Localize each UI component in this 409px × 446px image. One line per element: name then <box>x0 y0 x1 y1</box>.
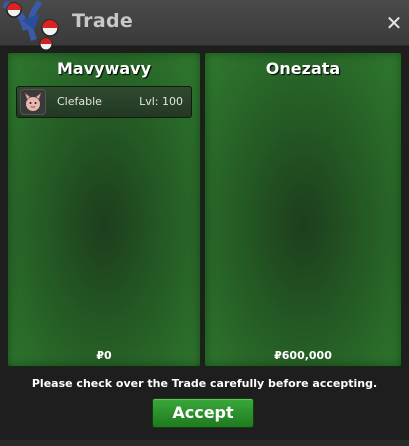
window-title: Trade <box>72 10 134 32</box>
pokeball-logo-icon <box>2 0 59 50</box>
title-bar: Trade ✕ <box>0 0 409 50</box>
partner-money-offer: ₽600,000 <box>274 349 332 362</box>
my-money-offer: ₽0 <box>96 349 112 362</box>
my-player-name: Mavywavy <box>56 59 151 78</box>
close-icon[interactable]: ✕ <box>385 12 403 34</box>
partner-player-name: Onezata <box>265 59 341 78</box>
bottom-edge <box>0 440 409 446</box>
trade-notice: Please check over the Trade carefully be… <box>31 377 378 390</box>
trade-window: Trade ✕ Mavywavy Clefable Lvl: 100 ₽0 On… <box>0 0 409 446</box>
accept-button[interactable]: Accept <box>152 398 254 428</box>
partner-offer-panel: Onezata ₽600,000 <box>204 52 402 367</box>
item-name: Clefable <box>57 95 102 108</box>
item-level: Lvl: 100 <box>139 95 183 108</box>
my-offer-panel: Mavywavy Clefable Lvl: 100 ₽0 <box>7 52 201 367</box>
trade-item-row[interactable]: Clefable Lvl: 100 <box>16 86 192 118</box>
clefable-icon <box>20 89 46 115</box>
